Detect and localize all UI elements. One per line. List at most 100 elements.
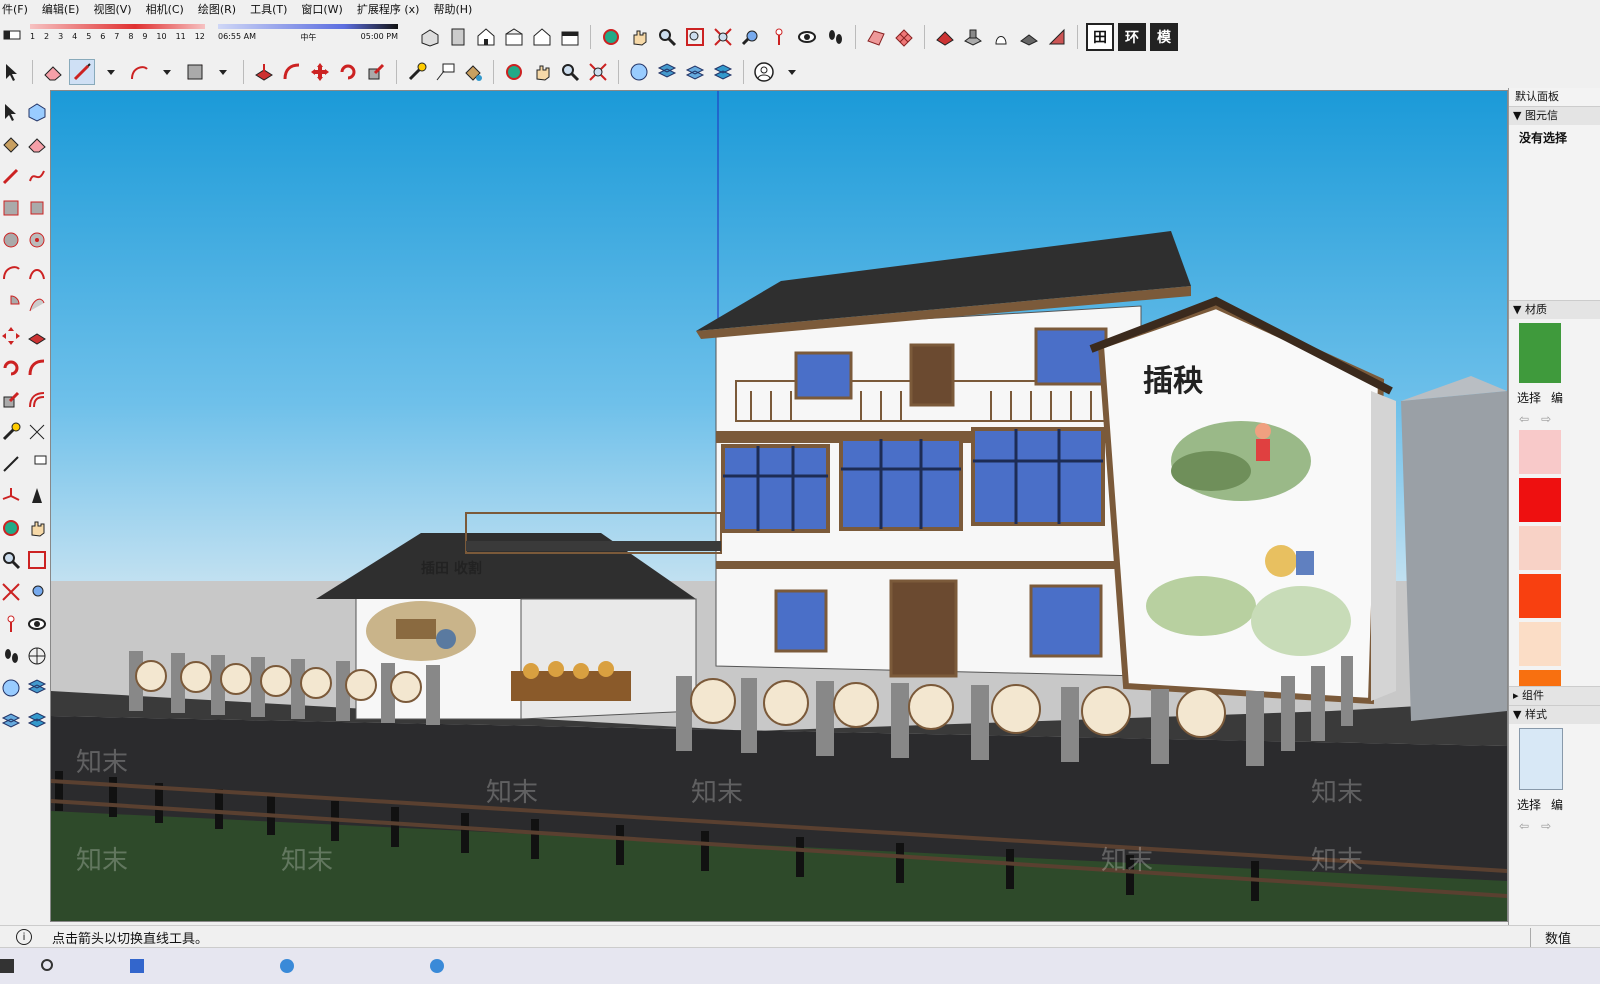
layers-icon-left[interactable]: [26, 676, 48, 700]
start-button[interactable]: [0, 954, 14, 978]
zoom-extents-icon-left[interactable]: [0, 580, 22, 604]
sandbox-from-contours-icon[interactable]: [864, 25, 888, 49]
menu-help[interactable]: 帮助(H): [433, 1, 472, 17]
axes-icon[interactable]: [0, 484, 22, 508]
warehouse-icon[interactable]: [627, 60, 651, 84]
style-thumbnail[interactable]: [1519, 728, 1563, 790]
push-pull-icon[interactable]: [252, 60, 276, 84]
previous-view-icon[interactable]: [739, 25, 763, 49]
position-camera-icon[interactable]: [767, 25, 791, 49]
follow-me-icon[interactable]: [280, 60, 304, 84]
zoom-window-icon[interactable]: [683, 25, 707, 49]
components-header[interactable]: ▸ 组件: [1509, 686, 1600, 705]
menu-window[interactable]: 窗口(W): [301, 1, 342, 17]
material-swatch[interactable]: [1519, 430, 1561, 474]
material-swatch[interactable]: [1519, 622, 1561, 666]
walk-icon[interactable]: [823, 25, 847, 49]
select-arrow-icon[interactable]: [0, 60, 24, 84]
material-preview[interactable]: [1519, 323, 1561, 383]
entity-info-header[interactable]: ▼ 图元信: [1509, 106, 1600, 125]
line-tool-icon[interactable]: [69, 59, 95, 85]
shadow-date-slider[interactable]: 1 2 3 4 5 6 7 8 9 10 11 12: [30, 20, 205, 44]
menu-tools[interactable]: 工具(T): [250, 1, 287, 17]
eraser-icon[interactable]: [41, 60, 65, 84]
add-detail-icon[interactable]: [1017, 25, 1041, 49]
rectangle-dropdown-icon[interactable]: [211, 60, 235, 84]
edit-tab-2[interactable]: 编: [1551, 796, 1563, 813]
search-icon[interactable]: [40, 954, 56, 978]
tape-measure-icon[interactable]: [405, 60, 429, 84]
top-view-icon[interactable]: [446, 25, 470, 49]
line-dropdown-icon[interactable]: [99, 60, 123, 84]
stamp-icon[interactable]: [961, 25, 985, 49]
zoom-extents-icon-2[interactable]: [586, 60, 610, 84]
walk-icon-left[interactable]: [0, 644, 22, 668]
user-dropdown-icon[interactable]: [780, 60, 804, 84]
back-view-icon[interactable]: [530, 25, 554, 49]
look-around-icon[interactable]: [795, 25, 819, 49]
pan-icon-left[interactable]: [26, 516, 48, 540]
warehouse-icon-left[interactable]: [0, 676, 22, 700]
two-point-arc-icon[interactable]: [26, 260, 48, 284]
pie-icon[interactable]: [0, 292, 22, 316]
protractor-icon[interactable]: [0, 452, 22, 476]
info-icon[interactable]: i: [16, 929, 32, 945]
arc-icon-left[interactable]: [0, 260, 22, 284]
extension-warehouse-icon[interactable]: [711, 60, 735, 84]
taskbar-app[interactable]: [130, 954, 150, 978]
rotate-icon[interactable]: [336, 60, 360, 84]
view-toggle-button-2[interactable]: 环: [1118, 23, 1146, 51]
taskbar-app[interactable]: [280, 954, 300, 978]
freehand-icon[interactable]: [26, 164, 48, 188]
view-toggle-button-3[interactable]: 模: [1150, 23, 1178, 51]
shadow-time-slider[interactable]: 06:55 AM 中午 05:00 PM: [218, 20, 398, 44]
edit-tab[interactable]: 编: [1551, 389, 1563, 406]
layers-icon[interactable]: [655, 60, 679, 84]
scale-icon[interactable]: [364, 60, 388, 84]
materials-header[interactable]: ▼ 材质: [1509, 300, 1600, 319]
orbit-icon-left[interactable]: [0, 516, 22, 540]
flip-edge-icon[interactable]: [1045, 25, 1069, 49]
view-toggle-button-1[interactable]: 田: [1086, 23, 1114, 51]
menu-extensions[interactable]: 扩展程序 (x): [357, 1, 420, 17]
zoom-icon[interactable]: [655, 25, 679, 49]
stack-icon[interactable]: [683, 60, 707, 84]
zoom-extents-icon[interactable]: [711, 25, 735, 49]
back-arrow-icon[interactable]: ⇦: [1519, 412, 1529, 426]
text-icon-left[interactable]: [26, 452, 48, 476]
taskbar-app[interactable]: [430, 954, 450, 978]
line-icon-left[interactable]: [0, 164, 22, 188]
sandbox-from-scratch-icon[interactable]: [892, 25, 916, 49]
section-plane-icon[interactable]: [26, 644, 48, 668]
forward-arrow-icon[interactable]: ⇨: [1541, 412, 1551, 426]
menu-camera[interactable]: 相机(C): [146, 1, 184, 17]
forward-arrow-icon[interactable]: ⇨: [1541, 819, 1551, 833]
select-tab-2[interactable]: 选择: [1517, 796, 1541, 813]
orbit-icon-2[interactable]: [502, 60, 526, 84]
look-around-icon-left[interactable]: [26, 612, 48, 636]
menu-draw[interactable]: 绘图(R): [198, 1, 236, 17]
zoom-icon-2[interactable]: [558, 60, 582, 84]
3d-text-icon[interactable]: [26, 484, 48, 508]
move-icon[interactable]: [308, 60, 332, 84]
right-view-icon[interactable]: [502, 25, 526, 49]
push-pull-icon-left[interactable]: [26, 324, 48, 348]
paint-bucket-icon[interactable]: [461, 60, 485, 84]
previous-icon-left[interactable]: [26, 580, 48, 604]
eraser-icon-left[interactable]: [26, 132, 48, 156]
iso-view-icon[interactable]: [418, 25, 442, 49]
stack-icon-left[interactable]: [0, 708, 22, 732]
move-icon-left[interactable]: [0, 324, 22, 348]
polygon-icon[interactable]: [26, 228, 48, 252]
arc-dropdown-icon[interactable]: [155, 60, 179, 84]
pan-icon-2[interactable]: [530, 60, 554, 84]
rectangle-tool-icon[interactable]: [183, 60, 207, 84]
arc-tool-icon[interactable]: [127, 60, 151, 84]
menu-view[interactable]: 视图(V): [93, 1, 131, 17]
text-tool-icon[interactable]: [433, 60, 457, 84]
scale-icon-left[interactable]: [0, 388, 22, 412]
position-camera-icon-left[interactable]: [0, 612, 22, 636]
back-arrow-icon[interactable]: ⇦: [1519, 819, 1529, 833]
material-swatch[interactable]: [1519, 478, 1561, 522]
orbit-icon[interactable]: [599, 25, 623, 49]
